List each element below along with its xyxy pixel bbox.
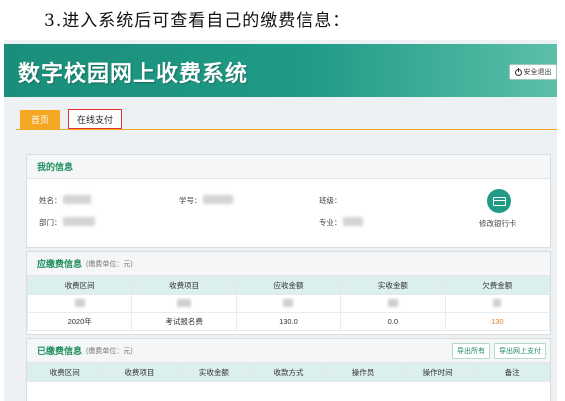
received-amount-cell: 0.0	[340, 312, 446, 331]
due-info-table: 收费区间 收费项目 应收金额 实收金额 欠费金额 2020年 考试报名费 130…	[26, 276, 551, 331]
tab-bar: 首页 在线支付	[16, 108, 557, 130]
paid-info-title: 已缴费信息	[37, 346, 83, 356]
due-amount-cell: 130.0	[235, 312, 342, 331]
redacted-cell	[26, 294, 133, 313]
export-actions: 导出所有 导出网上支付	[452, 342, 550, 359]
name-value-redacted	[63, 195, 91, 204]
column-header: 实收金额	[176, 363, 252, 382]
paid-info-panel: 已缴费信息 (缴费单位：元) 导出所有 导出网上支付 收费区间 收费项目 实收金…	[26, 338, 551, 401]
paid-info-unit: (缴费单位：元)	[86, 347, 133, 355]
my-info-title: 我的信息	[37, 162, 74, 172]
my-info-header: 我的信息	[27, 155, 550, 179]
tab-online-payment[interactable]: 在线支付	[68, 109, 122, 129]
bank-card-icon[interactable]	[487, 189, 511, 213]
class-label: 班级：	[319, 196, 342, 205]
column-header: 操作时间	[399, 363, 476, 382]
major-value-redacted	[343, 217, 363, 226]
column-header: 收费项目	[131, 276, 237, 295]
due-info-panel: 应缴费信息 (缴费单位：元) 收费区间 收费项目 应收金额 实收金额 欠费金额 …	[26, 251, 551, 335]
column-header: 收款方式	[250, 363, 327, 382]
export-all-button[interactable]: 导出所有	[452, 342, 490, 359]
table-row: 2020年 考试报名费 130.0 0.0 130	[26, 312, 551, 331]
due-info-unit: (缴费单位：元)	[86, 260, 133, 268]
table-header-row: 收费区间 收费项目 应收金额 实收金额 欠费金额	[26, 276, 551, 295]
document-caption: 3.进入系统后可查看自己的缴费信息：	[44, 11, 351, 31]
header-banner: 数字校园网上收费系统 安全退出	[4, 44, 557, 97]
system-title: 数字校园网上收费系统	[18, 61, 249, 87]
name-label: 姓名：	[39, 196, 62, 205]
department-label: 部门：	[39, 218, 62, 227]
redacted-cell	[340, 294, 446, 313]
app-window: 数字校园网上收费系统 安全退出 首页 在线支付 我的信息 姓名： 学号： 班级：…	[4, 40, 557, 401]
item-cell: 考试报名费	[131, 312, 237, 331]
student-id-label: 学号：	[179, 196, 202, 205]
logout-label: 安全退出	[523, 69, 552, 76]
logout-button[interactable]: 安全退出	[509, 64, 557, 80]
major-label: 专业：	[319, 218, 342, 227]
column-header: 欠费金额	[444, 276, 551, 295]
edit-bank-card-link[interactable]: 修改银行卡	[479, 218, 517, 229]
department-value-redacted	[63, 217, 95, 226]
paid-info-table: 收费区间 收费项目 实收金额 收款方式 操作员 操作时间 备注	[27, 363, 550, 382]
redacted-cell	[235, 294, 342, 313]
column-header: 操作员	[325, 363, 401, 382]
redacted-cell	[131, 294, 237, 313]
tab-home[interactable]: 首页	[20, 110, 60, 129]
period-cell: 2020年	[26, 312, 133, 331]
paid-info-header: 已缴费信息 (缴费单位：元) 导出所有 导出网上支付	[27, 339, 550, 363]
redacted-cell	[444, 294, 551, 313]
column-header: 收费区间	[26, 276, 133, 295]
column-header: 收费区间	[27, 363, 103, 382]
column-header: 实收金额	[340, 276, 446, 295]
column-header: 应收金额	[235, 276, 342, 295]
export-online-button[interactable]: 导出网上支付	[494, 342, 546, 359]
column-header: 备注	[474, 363, 550, 382]
my-info-panel: 我的信息 姓名： 学号： 班级： 部门： 专业： 修改银行卡	[26, 154, 551, 248]
table-row-redacted	[26, 294, 551, 313]
power-icon	[514, 67, 522, 76]
due-info-title: 应缴费信息	[37, 259, 83, 269]
owed-amount-cell: 130	[444, 312, 551, 331]
my-info-body: 姓名： 学号： 班级： 部门： 专业： 修改银行卡	[27, 179, 550, 247]
table-header-row: 收费区间 收费项目 实收金额 收款方式 操作员 操作时间 备注	[27, 363, 550, 382]
due-info-header: 应缴费信息 (缴费单位：元)	[27, 252, 550, 276]
student-id-value-redacted	[203, 195, 233, 204]
column-header: 收费项目	[101, 363, 178, 382]
